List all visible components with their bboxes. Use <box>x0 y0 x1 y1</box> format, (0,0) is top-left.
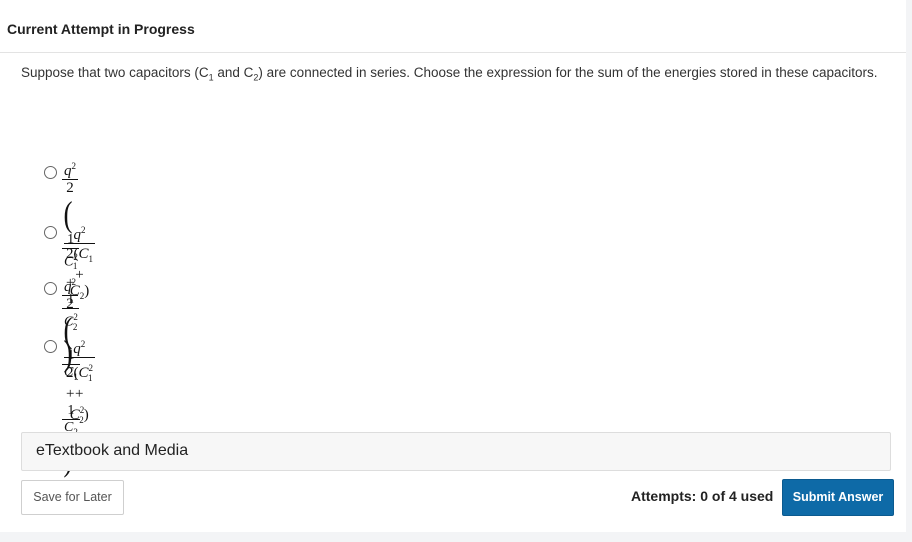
etextbook-media-label: eTextbook and Media <box>36 442 189 459</box>
radio-button[interactable] <box>44 226 57 239</box>
etextbook-media-panel[interactable]: eTextbook and Media <box>21 432 891 471</box>
question-card: Current Attempt in Progress Suppose that… <box>0 0 906 532</box>
attempts-counter: Attempts: 0 of 4 used <box>631 488 774 504</box>
submit-answer-button[interactable]: Submit Answer <box>782 479 894 516</box>
radio-button[interactable] <box>44 282 57 295</box>
card-header: Current Attempt in Progress <box>0 0 906 53</box>
save-for-later-button[interactable]: Save for Later <box>21 480 124 515</box>
page-title: Current Attempt in Progress <box>7 21 195 37</box>
question-text: Suppose that two capacitors (C1 and C2) … <box>21 65 878 83</box>
option-expression: q2 2(C21 + C22) <box>64 336 95 428</box>
radio-button[interactable] <box>44 340 57 353</box>
radio-button[interactable] <box>44 166 57 179</box>
